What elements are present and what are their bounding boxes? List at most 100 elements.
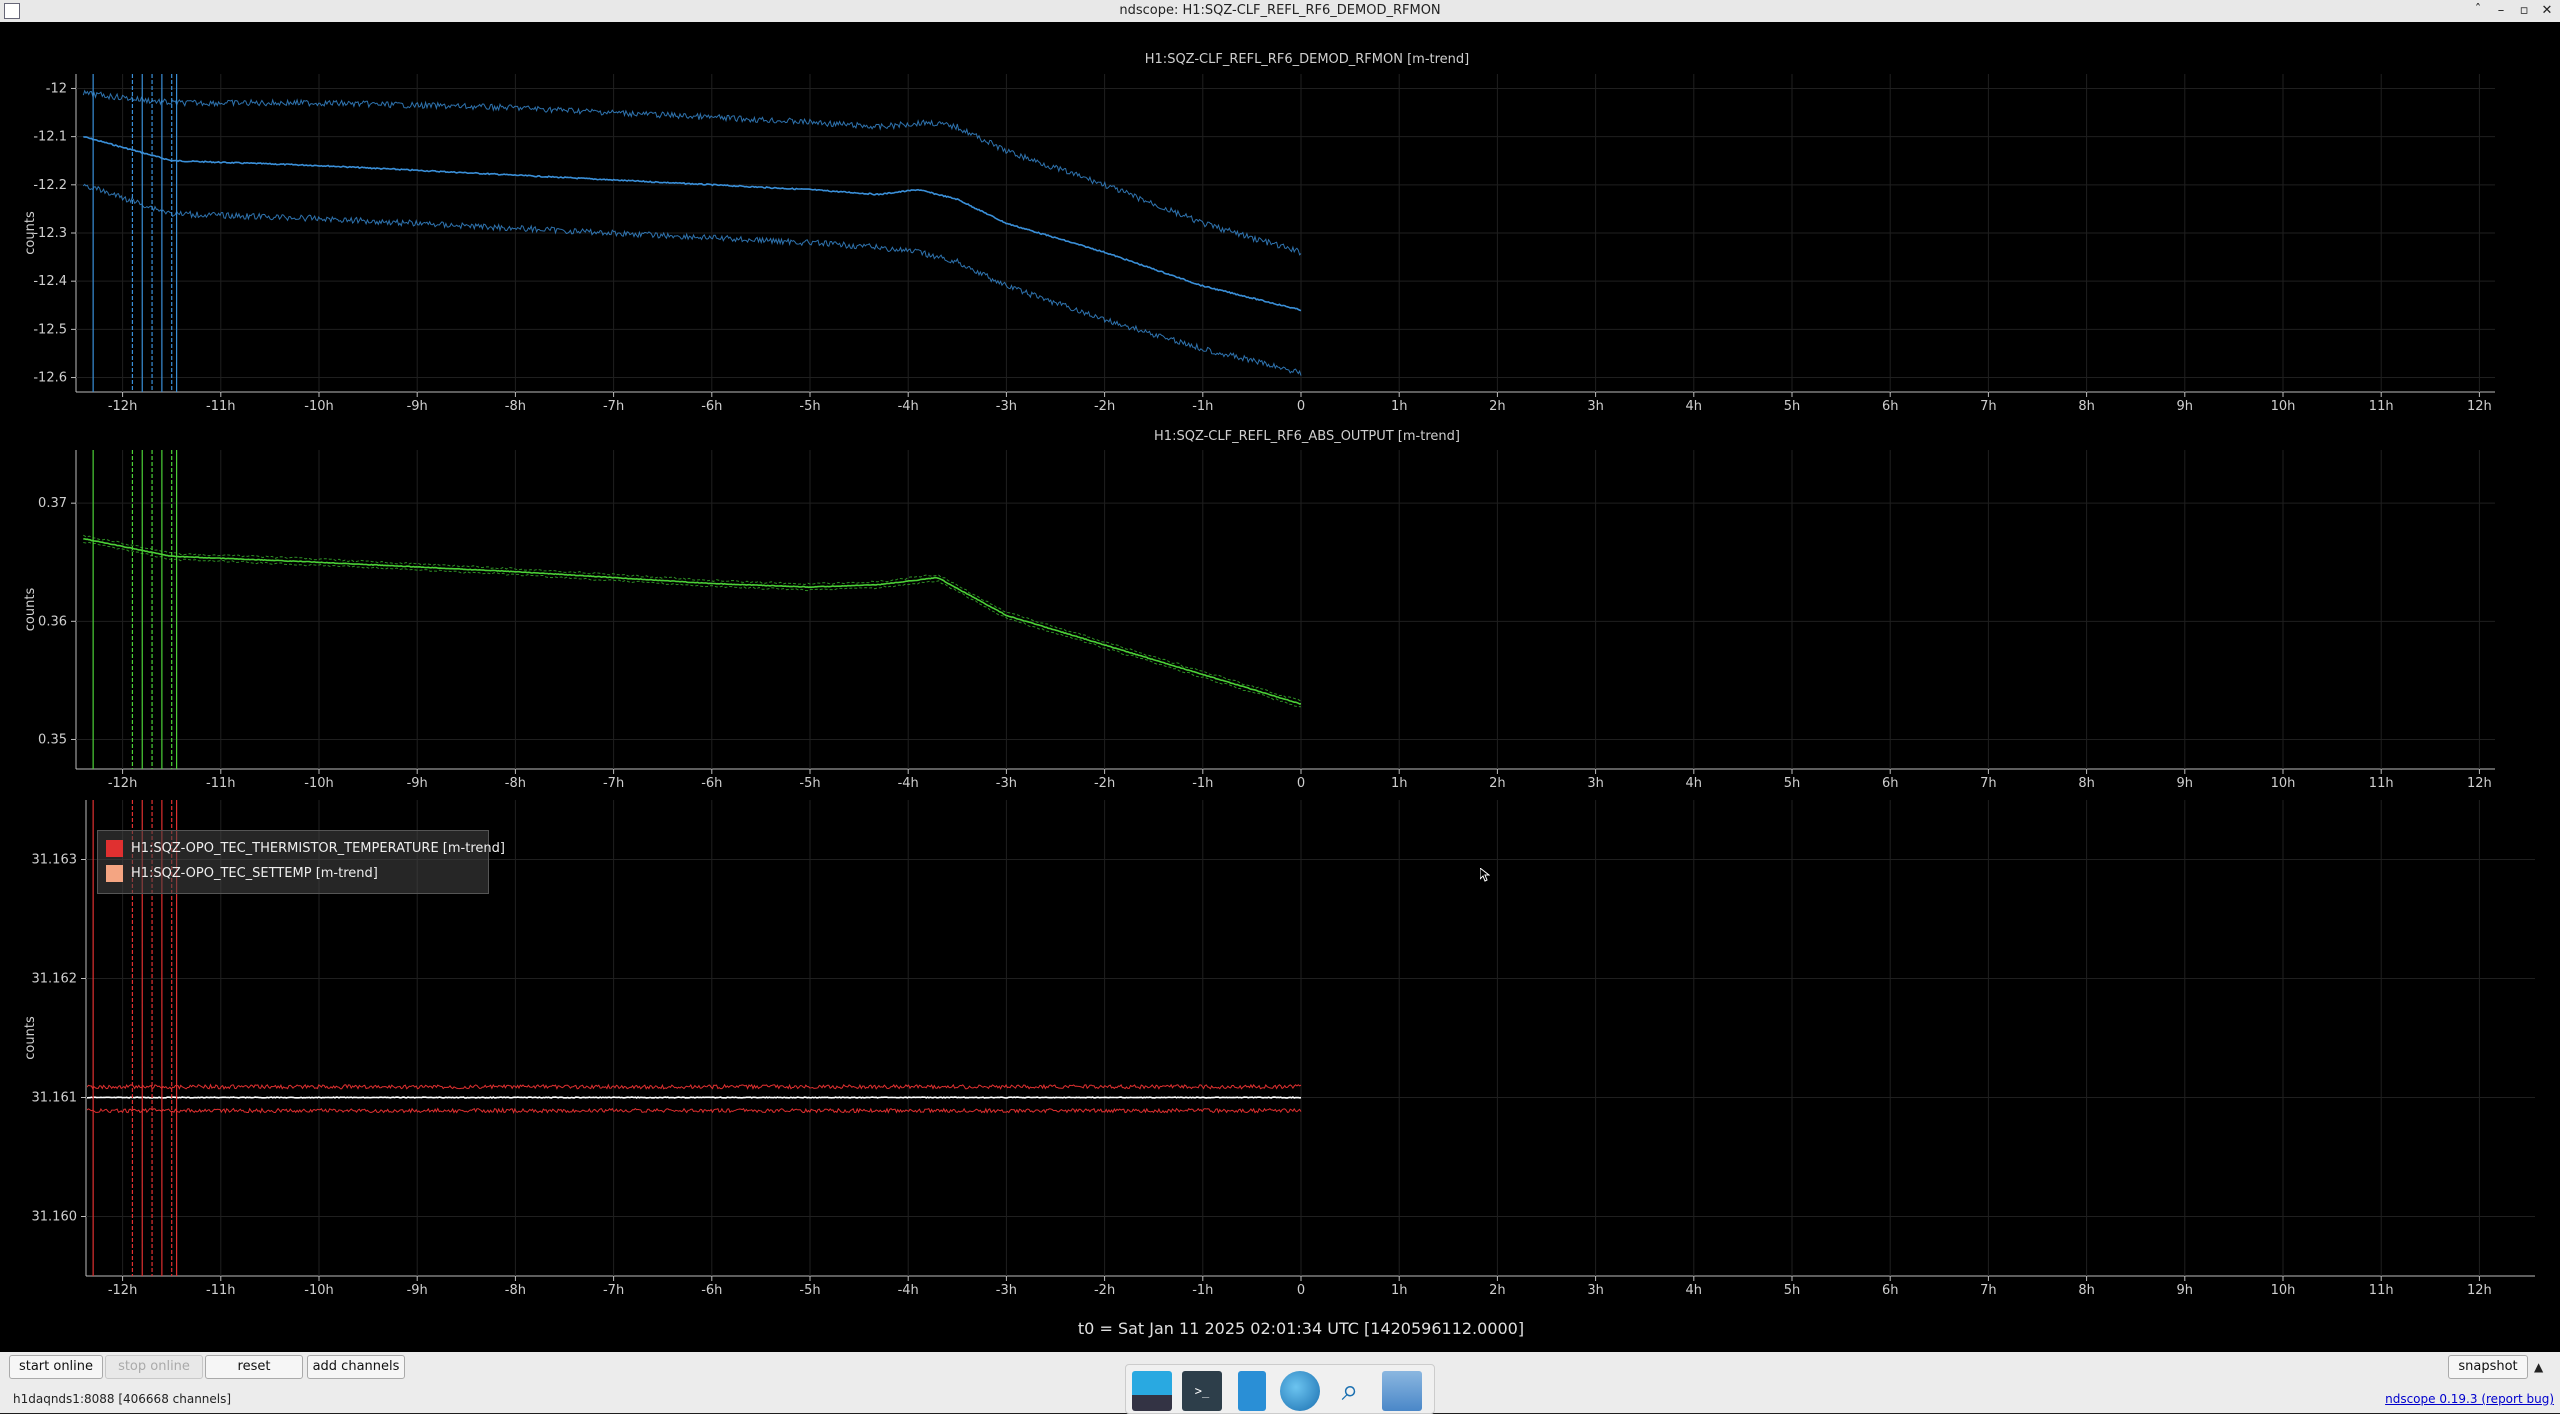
report-bug-link[interactable]: (report bug) <box>2481 1392 2554 1406</box>
x-tick-label: 3h <box>1587 399 1604 414</box>
terminal-icon[interactable]: >_ <box>1182 1371 1222 1411</box>
search-icon[interactable]: ⌕ <box>1330 1371 1370 1411</box>
files-icon[interactable] <box>1382 1371 1422 1411</box>
bottom-toolbar: start online stop online reset add chann… <box>0 1352 2560 1414</box>
shade-button[interactable]: ˆ <box>2468 1 2488 21</box>
plot-area[interactable]: -12h -11h -10h -9h -8h -7h -6h -5h -4h -3h -2h -1h 0… <box>0 22 2560 1352</box>
x-tick-label: -1h <box>1192 776 1213 791</box>
x-tick-label: -6h <box>701 399 722 414</box>
plots-canvas[interactable]: -12h -11h -10h -9h -8h -7h -6h -5h -4h -3h -2h -1h 0… <box>0 22 2560 1352</box>
y-tick-label: 31.160 <box>32 1210 78 1225</box>
minimize-button[interactable]: – <box>2491 1 2511 21</box>
legend-swatch <box>106 840 123 857</box>
y-tick-label: -12 <box>46 81 67 96</box>
x-tick-label: 7h <box>1980 1283 1997 1298</box>
close-button[interactable]: ✕ <box>2537 1 2557 21</box>
series-line <box>82 183 1302 376</box>
x-tick-label: 4h <box>1686 1283 1703 1298</box>
x-tick-label: 3h <box>1587 776 1604 791</box>
x-tick-label: -2h <box>1094 1283 1115 1298</box>
mouse-cursor-icon <box>1480 868 1490 882</box>
x-tick-label: 2h <box>1489 1283 1506 1298</box>
x-tick-label: 5h <box>1784 776 1801 791</box>
x-tick-label: -1h <box>1192 1283 1213 1298</box>
x-tick-label: -7h <box>603 776 624 791</box>
x-tick-label: -10h <box>304 776 333 791</box>
x-tick-label: -2h <box>1094 399 1115 414</box>
x-tick-label: -8h <box>505 1283 526 1298</box>
y-tick-label: -12.2 <box>33 178 67 193</box>
x-tick-label: -8h <box>505 776 526 791</box>
x-tick-label: -4h <box>898 1283 919 1298</box>
x-tick-label: -3h <box>996 776 1017 791</box>
x-tick-label: 9h <box>2177 1283 2194 1298</box>
window-titlebar: ndscope: H1:SQZ-CLF_REFL_RF6_DEMOD_RFMON… <box>0 0 2560 22</box>
snapshot-button[interactable]: snapshot <box>2448 1355 2528 1379</box>
window-title: ndscope: H1:SQZ-CLF_REFL_RF6_DEMOD_RFMON <box>1119 3 1441 18</box>
add-channels-button[interactable]: add channels <box>307 1355 405 1379</box>
x-tick-label: -2h <box>1094 776 1115 791</box>
text-editor-icon[interactable] <box>1238 1371 1266 1411</box>
version-links[interactable]: ndscope 0.19.3 (report bug) <box>2385 1392 2554 1406</box>
x-tick-label: 8h <box>2078 1283 2095 1298</box>
x-tick-label: 6h <box>1882 1283 1899 1298</box>
x-tick-label: 6h <box>1882 776 1899 791</box>
series-group <box>83 450 1302 769</box>
x-tick-label: 0 <box>1297 1283 1305 1298</box>
series-line <box>83 135 1302 312</box>
x-tick-label: 9h <box>2177 399 2194 414</box>
x-tick-label: 3h <box>1587 1283 1604 1298</box>
x-tick-label: 10h <box>2271 1283 2296 1298</box>
x-tick-label: 12h <box>2467 776 2492 791</box>
start-online-button[interactable]: start online <box>9 1355 103 1379</box>
browser-icon[interactable] <box>1280 1371 1320 1411</box>
x-tick-label: -9h <box>407 399 428 414</box>
x-tick-label: 0 <box>1297 399 1305 414</box>
x-tick-label: -10h <box>304 399 333 414</box>
desktop-icon[interactable] <box>1132 1371 1172 1411</box>
stop-online-button[interactable]: stop online <box>105 1355 203 1379</box>
x-tick-label: -11h <box>206 1283 235 1298</box>
y-tick-label: -12.4 <box>33 274 67 289</box>
x-tick-label: -9h <box>407 1283 428 1298</box>
version-link[interactable]: ndscope 0.19.3 <box>2385 1392 2477 1406</box>
x-tick-label: -5h <box>799 399 820 414</box>
x-tick-label: 6h <box>1882 399 1899 414</box>
reset-button[interactable]: reset <box>205 1355 303 1379</box>
y-axis-label: counts <box>23 1016 38 1060</box>
legend-label: H1:SQZ-OPO_TEC_THERMISTOR_TEMPERATURE [m… <box>131 841 505 856</box>
x-tick-label: 8h <box>2078 399 2095 414</box>
y-tick-label: 0.35 <box>38 732 67 747</box>
x-tick-label: -11h <box>206 399 235 414</box>
series-line <box>87 1096 1302 1099</box>
x-tick-label: 5h <box>1784 1283 1801 1298</box>
x-tick-label: 8h <box>2078 776 2095 791</box>
y-tick-label: 0.36 <box>38 614 67 629</box>
y-tick-label: -12.3 <box>33 226 67 241</box>
x-tick-label: -1h <box>1192 399 1213 414</box>
x-tick-label: 10h <box>2271 399 2296 414</box>
x-tick-label: 2h <box>1489 776 1506 791</box>
expand-arrow-icon[interactable]: ▲ <box>2534 1360 2543 1374</box>
x-tick-label: 11h <box>2369 776 2394 791</box>
y-tick-label: 31.161 <box>32 1091 78 1106</box>
x-tick-label: -10h <box>304 1283 333 1298</box>
x-tick-label: 9h <box>2177 776 2194 791</box>
series-line <box>87 1083 1302 1090</box>
x-tick-label: 11h <box>2369 1283 2394 1298</box>
plot-panel-2: -12h -11h -10h -9h -8h -7h -6h -5h -4h -3h -2h -1h 0… <box>23 429 2495 791</box>
plot-title: H1:SQZ-CLF_REFL_RF6_DEMOD_RFMON [m-trend… <box>1145 52 1469 67</box>
plot-panel-1: -12h -11h -10h -9h -8h -7h -6h -5h -4h -3h -2h -1h 0… <box>23 52 2495 414</box>
y-axis-label: counts <box>23 588 38 632</box>
x-tick-label: -11h <box>206 776 235 791</box>
x-tick-label: 2h <box>1489 399 1506 414</box>
y-tick-label: 31.162 <box>32 972 78 987</box>
plot-title: H1:SQZ-CLF_REFL_RF6_ABS_OUTPUT [m-trend] <box>1154 429 1460 444</box>
maximize-button[interactable]: ▫ <box>2514 1 2534 21</box>
x-tick-label: 7h <box>1980 399 1997 414</box>
x-tick-label: -7h <box>603 399 624 414</box>
x-tick-label: 11h <box>2369 399 2394 414</box>
legend[interactable]: H1:SQZ-OPO_TEC_THERMISTOR_TEMPERATURE [m… <box>97 830 505 894</box>
y-tick-label: 31.163 <box>32 853 78 868</box>
x-tick-label: -5h <box>799 776 820 791</box>
